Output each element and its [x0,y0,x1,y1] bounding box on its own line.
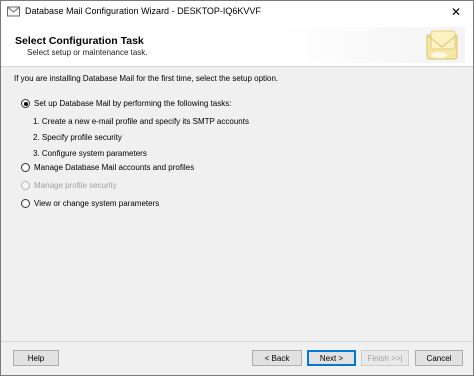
wizard-header: Select Configuration Task Select setup o… [1,23,473,67]
radio-button[interactable] [21,199,30,208]
page-title: Select Configuration Task [15,35,144,47]
intro-text: If you are installing Database Mail for … [14,74,279,83]
close-icon[interactable]: ✕ [439,1,473,23]
setup-step: 3. Configure system parameters [33,149,147,158]
radio-button-disabled [21,181,30,190]
title-bar[interactable]: Database Mail Configuration Wizard - DES… [1,1,473,23]
help-button[interactable]: Help [13,350,59,366]
mail-graphic-icon [426,30,458,60]
next-button[interactable]: Next > [307,350,356,366]
option-label: View or change system parameters [34,199,160,208]
page-subtitle: Select setup or maintenance task. [27,48,148,57]
radio-button-selected[interactable] [21,99,30,108]
finish-button: Finish >>| [361,350,409,366]
option-label: Set up Database Mail by performing the f… [34,99,232,108]
footer-divider [1,341,473,342]
option-set-up-database-mail[interactable]: Set up Database Mail by performing the f… [21,99,231,108]
setup-step: 2. Specify profile security [33,133,122,142]
option-manage-profile-security: Manage profile security [21,181,117,190]
option-manage-accounts-profiles[interactable]: Manage Database Mail accounts and profil… [21,163,194,172]
setup-step: 1. Create a new e-mail profile and speci… [33,117,249,126]
header-panel: Select Configuration Task Select setup o… [7,27,465,63]
wizard-window: Database Mail Configuration Wizard - DES… [0,0,474,376]
option-view-change-system-parameters[interactable]: View or change system parameters [21,199,159,208]
back-button[interactable]: < Back [252,350,302,366]
radio-button[interactable] [21,163,30,172]
cancel-button[interactable]: Cancel [415,350,463,366]
option-label: Manage profile security [34,181,117,190]
database-mail-app-icon [7,6,20,17]
option-label: Manage Database Mail accounts and profil… [34,163,195,172]
window-title: Database Mail Configuration Wizard - DES… [25,6,261,16]
